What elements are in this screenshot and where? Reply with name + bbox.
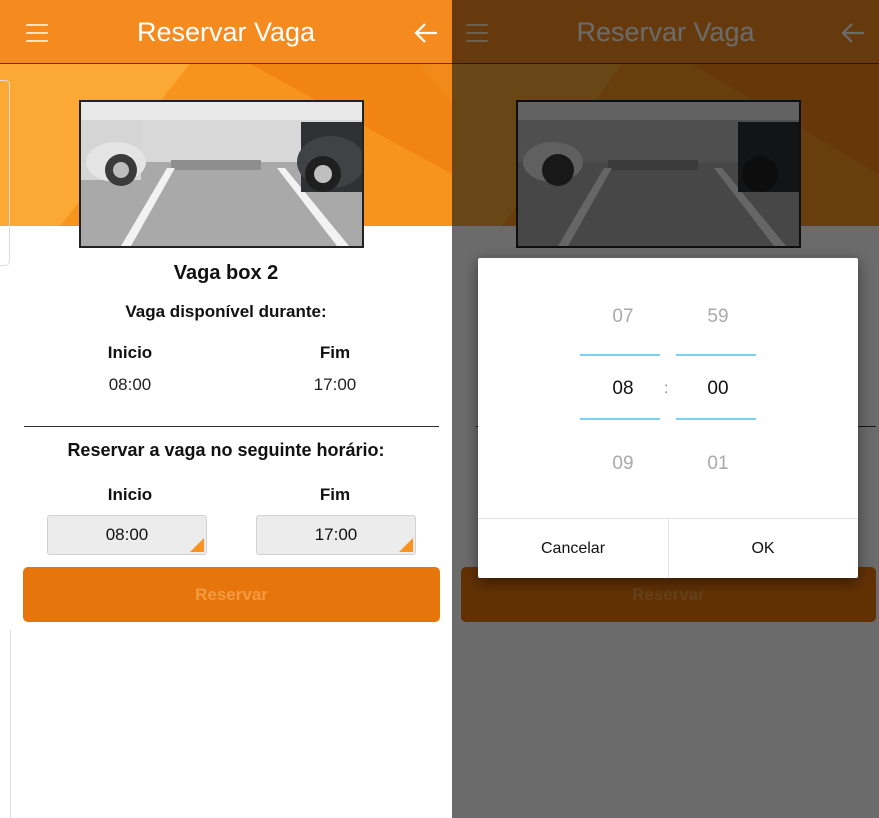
reservation-heading: Reservar a vaga no seguinte horário:: [67, 440, 385, 460]
arrow-left-icon[interactable]: [414, 22, 438, 44]
hour-selection-line-top: [580, 354, 660, 356]
reservation-start-value: 08:00: [105, 525, 149, 544]
hour-selected[interactable]: 08: [583, 378, 663, 400]
available-start-time: 08:00: [108, 375, 152, 394]
dropdown-corner-icon: [399, 538, 413, 552]
parking-space-photo: [79, 100, 364, 248]
reservation-screen: Reservar Vaga Vaga box 2 Vaga disponível…: [0, 0, 452, 818]
app-bar: Reservar Vaga: [0, 0, 452, 64]
minute-selection-line-bottom: [676, 418, 756, 420]
parking-space-title: Vaga box 2: [173, 262, 279, 284]
reservation-end-label: Fim: [319, 485, 351, 504]
side-panel-edge[interactable]: [0, 80, 10, 266]
availability-heading: Vaga disponível durante:: [125, 302, 327, 321]
minute-next[interactable]: 01: [678, 453, 758, 475]
dropdown-corner-icon: [190, 538, 204, 552]
minute-selected[interactable]: 00: [678, 378, 758, 400]
available-end-label: Fim: [319, 343, 351, 362]
reservation-start-label: Inicio: [107, 485, 153, 504]
ok-button[interactable]: OK: [668, 519, 858, 578]
hour-selection-line-bottom: [580, 418, 660, 420]
side-edge-line: [10, 630, 11, 818]
reserve-button[interactable]: Reservar: [23, 567, 440, 622]
app-bar-title: Reservar Vaga: [136, 17, 316, 47]
time-picker-dialog: 07 59 08 : 00 09 01 Cancelar OK: [478, 258, 858, 578]
reservation-end-value: 17:00: [314, 525, 358, 544]
cancel-button[interactable]: Cancelar: [478, 519, 668, 578]
hour-previous[interactable]: 07: [583, 306, 663, 328]
hour-next[interactable]: 09: [583, 453, 663, 475]
reservation-screen-with-picker: Reservar Vaga Reservar 07 59 08 : 00: [452, 0, 879, 818]
available-end-time: 17:00: [313, 375, 357, 394]
available-start-label: Inicio: [107, 343, 153, 362]
reservation-start-field[interactable]: 08:00: [47, 515, 207, 555]
time-separator: :: [664, 380, 669, 397]
minute-selection-line-top: [676, 354, 756, 356]
minute-previous[interactable]: 59: [678, 306, 758, 328]
reservation-end-field[interactable]: 17:00: [256, 515, 416, 555]
section-divider: [24, 426, 439, 427]
